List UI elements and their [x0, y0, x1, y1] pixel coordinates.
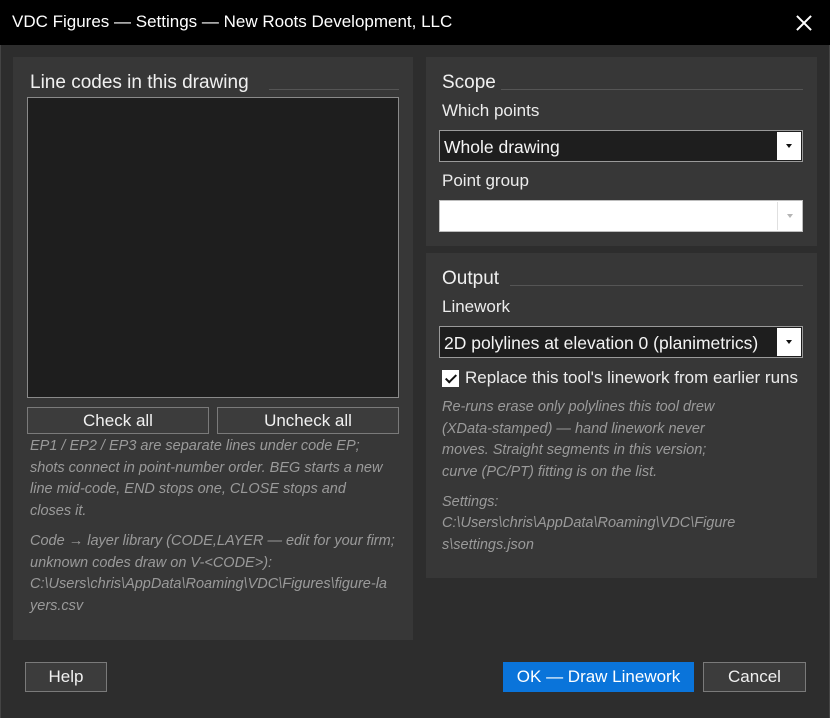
- linework-value: 2D polylines at elevation 0 (planimetric…: [444, 333, 759, 353]
- ok-draw-linework-button[interactable]: OK — Draw Linework: [503, 662, 694, 692]
- output-title: Output: [442, 268, 500, 289]
- chevron-down-icon[interactable]: [777, 202, 801, 230]
- output-panel: Output Linework 2D polylines at elevatio…: [426, 253, 817, 578]
- point-group-label: Point group: [442, 171, 529, 190]
- point-group-select[interactable]: [439, 200, 803, 232]
- replace-linework-label[interactable]: Replace this tool's linework from earlie…: [465, 368, 798, 388]
- linework-label: Linework: [442, 297, 511, 316]
- line-codes-divider: [269, 89, 399, 90]
- layer-library-note: Code → layer library (CODE,LAYER — edit …: [30, 533, 395, 571]
- uncheck-all-button[interactable]: Uncheck all: [217, 407, 399, 434]
- output-divider: [510, 285, 803, 286]
- scope-title: Scope: [442, 72, 496, 93]
- title-bar: VDC Figures — Settings — New Roots Devel…: [0, 0, 830, 45]
- chevron-down-icon[interactable]: [777, 328, 801, 356]
- which-points-label: Which points: [442, 101, 540, 120]
- line-codes-title: Line codes in this drawing: [30, 72, 249, 93]
- line-codes-note: EP1 / EP2 / EP3 are separate lines under…: [30, 438, 383, 519]
- help-button[interactable]: Help: [25, 662, 107, 692]
- scope-panel: Scope Which points Whole drawing Point g…: [426, 57, 817, 246]
- replace-linework-checkbox[interactable]: [442, 370, 459, 387]
- close-icon[interactable]: [774, 0, 830, 45]
- rerun-note: Re-runs erase only polylines this tool d…: [442, 399, 715, 480]
- settings-path: C:\Users\chris\AppData\Roaming\VDC\Figur…: [442, 515, 736, 553]
- chevron-down-icon[interactable]: [777, 132, 801, 160]
- cancel-button[interactable]: Cancel: [703, 662, 806, 692]
- settings-label: Settings:: [442, 494, 499, 510]
- line-codes-panel: Line codes in this drawing Check all Unc…: [13, 57, 413, 640]
- linework-select[interactable]: 2D polylines at elevation 0 (planimetric…: [439, 326, 803, 358]
- which-points-select[interactable]: Whole drawing: [439, 130, 803, 162]
- window-title: VDC Figures — Settings — New Roots Devel…: [12, 12, 453, 31]
- which-points-value: Whole drawing: [444, 137, 560, 157]
- scope-divider: [501, 89, 803, 90]
- line-codes-list[interactable]: [27, 97, 399, 398]
- layer-library-path: C:\Users\chris\AppData\Roaming\VDC\Figur…: [30, 576, 387, 614]
- check-all-button[interactable]: Check all: [27, 407, 209, 434]
